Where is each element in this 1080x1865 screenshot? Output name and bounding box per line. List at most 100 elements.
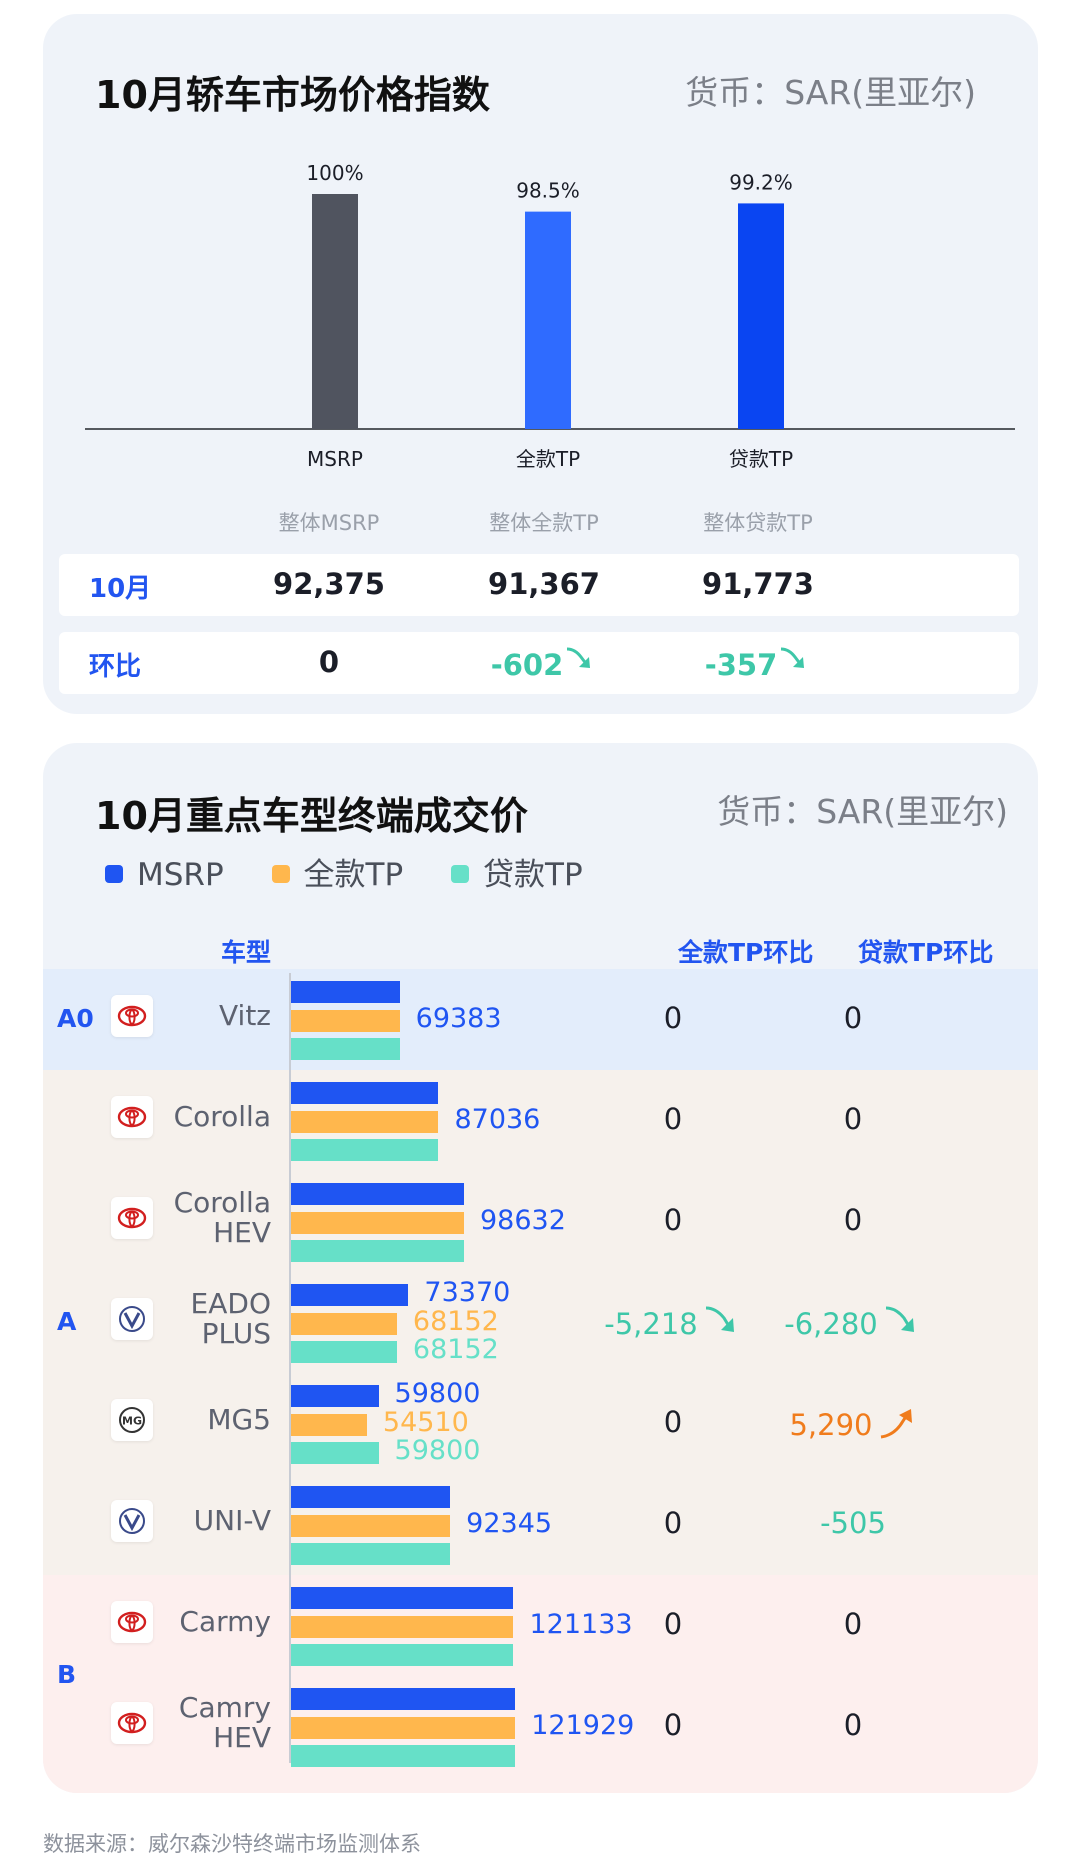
x-tick-label: MSRP: [307, 447, 363, 471]
model-name: EADO PLUS: [190, 1287, 271, 1350]
x-tick-label: 贷款TP: [729, 447, 793, 471]
loan-change-cell: 0: [733, 1001, 973, 1035]
model-name: Corolla HEV: [173, 1186, 271, 1249]
loan-change-cell: 0: [733, 1203, 973, 1237]
bar-value-label: 68152: [412, 1305, 499, 1337]
summary-header-full-tp: 整体全款TP: [489, 511, 599, 535]
bar-msrp: [291, 1587, 514, 1609]
column-header-loan-change: 贷款TP环比: [858, 938, 994, 967]
segment-label: B: [57, 1660, 77, 1689]
legend-label-loan-tp: 贷款TP: [483, 857, 583, 893]
bar-full-tp: [291, 1009, 400, 1032]
trend-down-icon: [563, 647, 597, 682]
summary-change-msrp: 0: [318, 645, 340, 679]
full-change-value: 0: [663, 1708, 683, 1742]
bar-value-label: 99.2%: [729, 170, 793, 194]
bar-2: [738, 203, 784, 429]
bar-msrp: [291, 1688, 516, 1710]
summary-row-mom: 环比 0 -602 -357: [59, 632, 1019, 694]
segment-label: A: [57, 1306, 77, 1336]
full-change-value: 0: [663, 1405, 683, 1439]
bar-value-label: 59800: [394, 1378, 481, 1409]
model-name: UNI-V: [193, 1504, 271, 1537]
loan-change-cell: 5,290: [733, 1405, 973, 1448]
bar-loan-tp: [291, 1341, 397, 1363]
column-header-model: 车型: [221, 938, 272, 967]
bar-value-label: 100%: [306, 161, 363, 185]
bar-loan-tp: [291, 1240, 464, 1262]
legend-item-full-tp: 全款TP: [271, 849, 403, 894]
bar-value-label: 69383: [415, 1003, 502, 1034]
bar-msrp: [291, 1284, 409, 1306]
legend-swatch-msrp: [105, 865, 123, 883]
summary-header-msrp: 整体MSRP: [278, 511, 380, 535]
full-change-value: 0: [663, 1506, 683, 1540]
loan-change-value: 0: [843, 1001, 863, 1035]
trend-down-icon: [882, 1304, 922, 1347]
bar-value-label: 54510: [382, 1406, 469, 1438]
model-price-card: 10月重点车型终端成交价 货币：SAR(里亚尔) MSRP 全款TP 贷款TP …: [43, 743, 1038, 1793]
bar-full-tp: [291, 1211, 464, 1234]
bar-value-label: 73370: [424, 1277, 511, 1308]
loan-change-value: -505: [820, 1506, 886, 1540]
legend-swatch-loan-tp: [451, 865, 470, 883]
legend-swatch-full-tp: [271, 865, 290, 883]
bar-loan-tp: [291, 1139, 439, 1161]
column-header-full-change: 全款TP环比: [678, 938, 814, 967]
bar-loan-tp: [291, 1543, 451, 1565]
loan-change-cell: -6,280: [733, 1304, 973, 1347]
price-index-bar-chart: 100% MSRP 98.5% 全款TP 99.2% 贷款TP: [85, 161, 1015, 471]
bar-msrp: [291, 1385, 379, 1407]
summary-row-label: 10月: [89, 574, 152, 604]
model-name: Corolla: [173, 1100, 271, 1133]
summary-value-loan-tp: 91,773: [702, 567, 814, 601]
price-index-card: 10月轿车市场价格指数 货币：SAR(里亚尔) 100% MSRP 98.5% 全款T…: [43, 14, 1038, 714]
bar-value-label: 59800: [394, 1435, 481, 1466]
loan-change-cell: 0: [733, 1102, 973, 1136]
loan-change-value: 0: [843, 1708, 863, 1742]
bar-0: [312, 194, 358, 429]
loan-change-value: 0: [843, 1607, 863, 1641]
model-name: Carmy: [179, 1605, 271, 1638]
bar-value-label: 92345: [466, 1508, 553, 1539]
summary-value-msrp: 92,375: [273, 567, 385, 601]
loan-change-cell: 0: [733, 1708, 973, 1742]
loan-change-value: -6,280: [784, 1307, 878, 1341]
full-change-value: 0: [663, 1102, 683, 1136]
model-price-currency: 货币：SAR(里亚尔): [717, 792, 1008, 831]
bar-full-tp: [291, 1110, 439, 1133]
x-tick-label: 全款TP: [516, 447, 580, 471]
loan-change-value: 5,290: [789, 1408, 873, 1442]
bar-axis: [289, 973, 291, 1763]
summary-change-loan-tp: -357: [648, 645, 868, 682]
bar-loan-tp: [291, 1644, 514, 1666]
summary-row-label: 环比: [89, 652, 142, 682]
full-change-value: -5,218: [604, 1307, 698, 1341]
model-name: Vitz: [219, 999, 271, 1032]
bar-msrp: [291, 1183, 464, 1205]
legend-item-msrp: MSRP: [105, 857, 224, 893]
summary-row-month: 10月 92,375 91,367 91,773: [59, 554, 1019, 616]
bar-loan-tp: [291, 1442, 379, 1464]
bar-loan-tp: [291, 1038, 400, 1060]
model-name: MG5: [207, 1403, 271, 1436]
bar-value-label: 87036: [454, 1104, 541, 1135]
full-change-value: 0: [663, 1607, 683, 1641]
bar-value-label: 68152: [412, 1334, 499, 1365]
bar-value-label: 98.5%: [516, 179, 580, 203]
bar-1: [525, 211, 571, 429]
price-index-currency: 货币：SAR(里亚尔): [685, 73, 976, 112]
loan-change-cell: -505: [733, 1506, 973, 1540]
segment-label: A0: [57, 1003, 94, 1033]
bar-msrp: [291, 981, 400, 1003]
loan-change-value: 0: [843, 1102, 863, 1136]
summary-value-full-tp: 91,367: [488, 567, 600, 601]
legend-label-msrp: MSRP: [137, 857, 224, 893]
trend-down-icon: [777, 647, 811, 682]
summary-change-loan-tp-value: -357: [704, 648, 778, 682]
summary-header-loan-tp: 整体贷款TP: [703, 511, 813, 535]
trend-up-icon: [877, 1405, 917, 1448]
legend-item-loan-tp: 贷款TP: [451, 849, 583, 894]
bar-msrp: [291, 1082, 439, 1104]
price-index-title: 10月轿车市场价格指数: [95, 73, 490, 117]
